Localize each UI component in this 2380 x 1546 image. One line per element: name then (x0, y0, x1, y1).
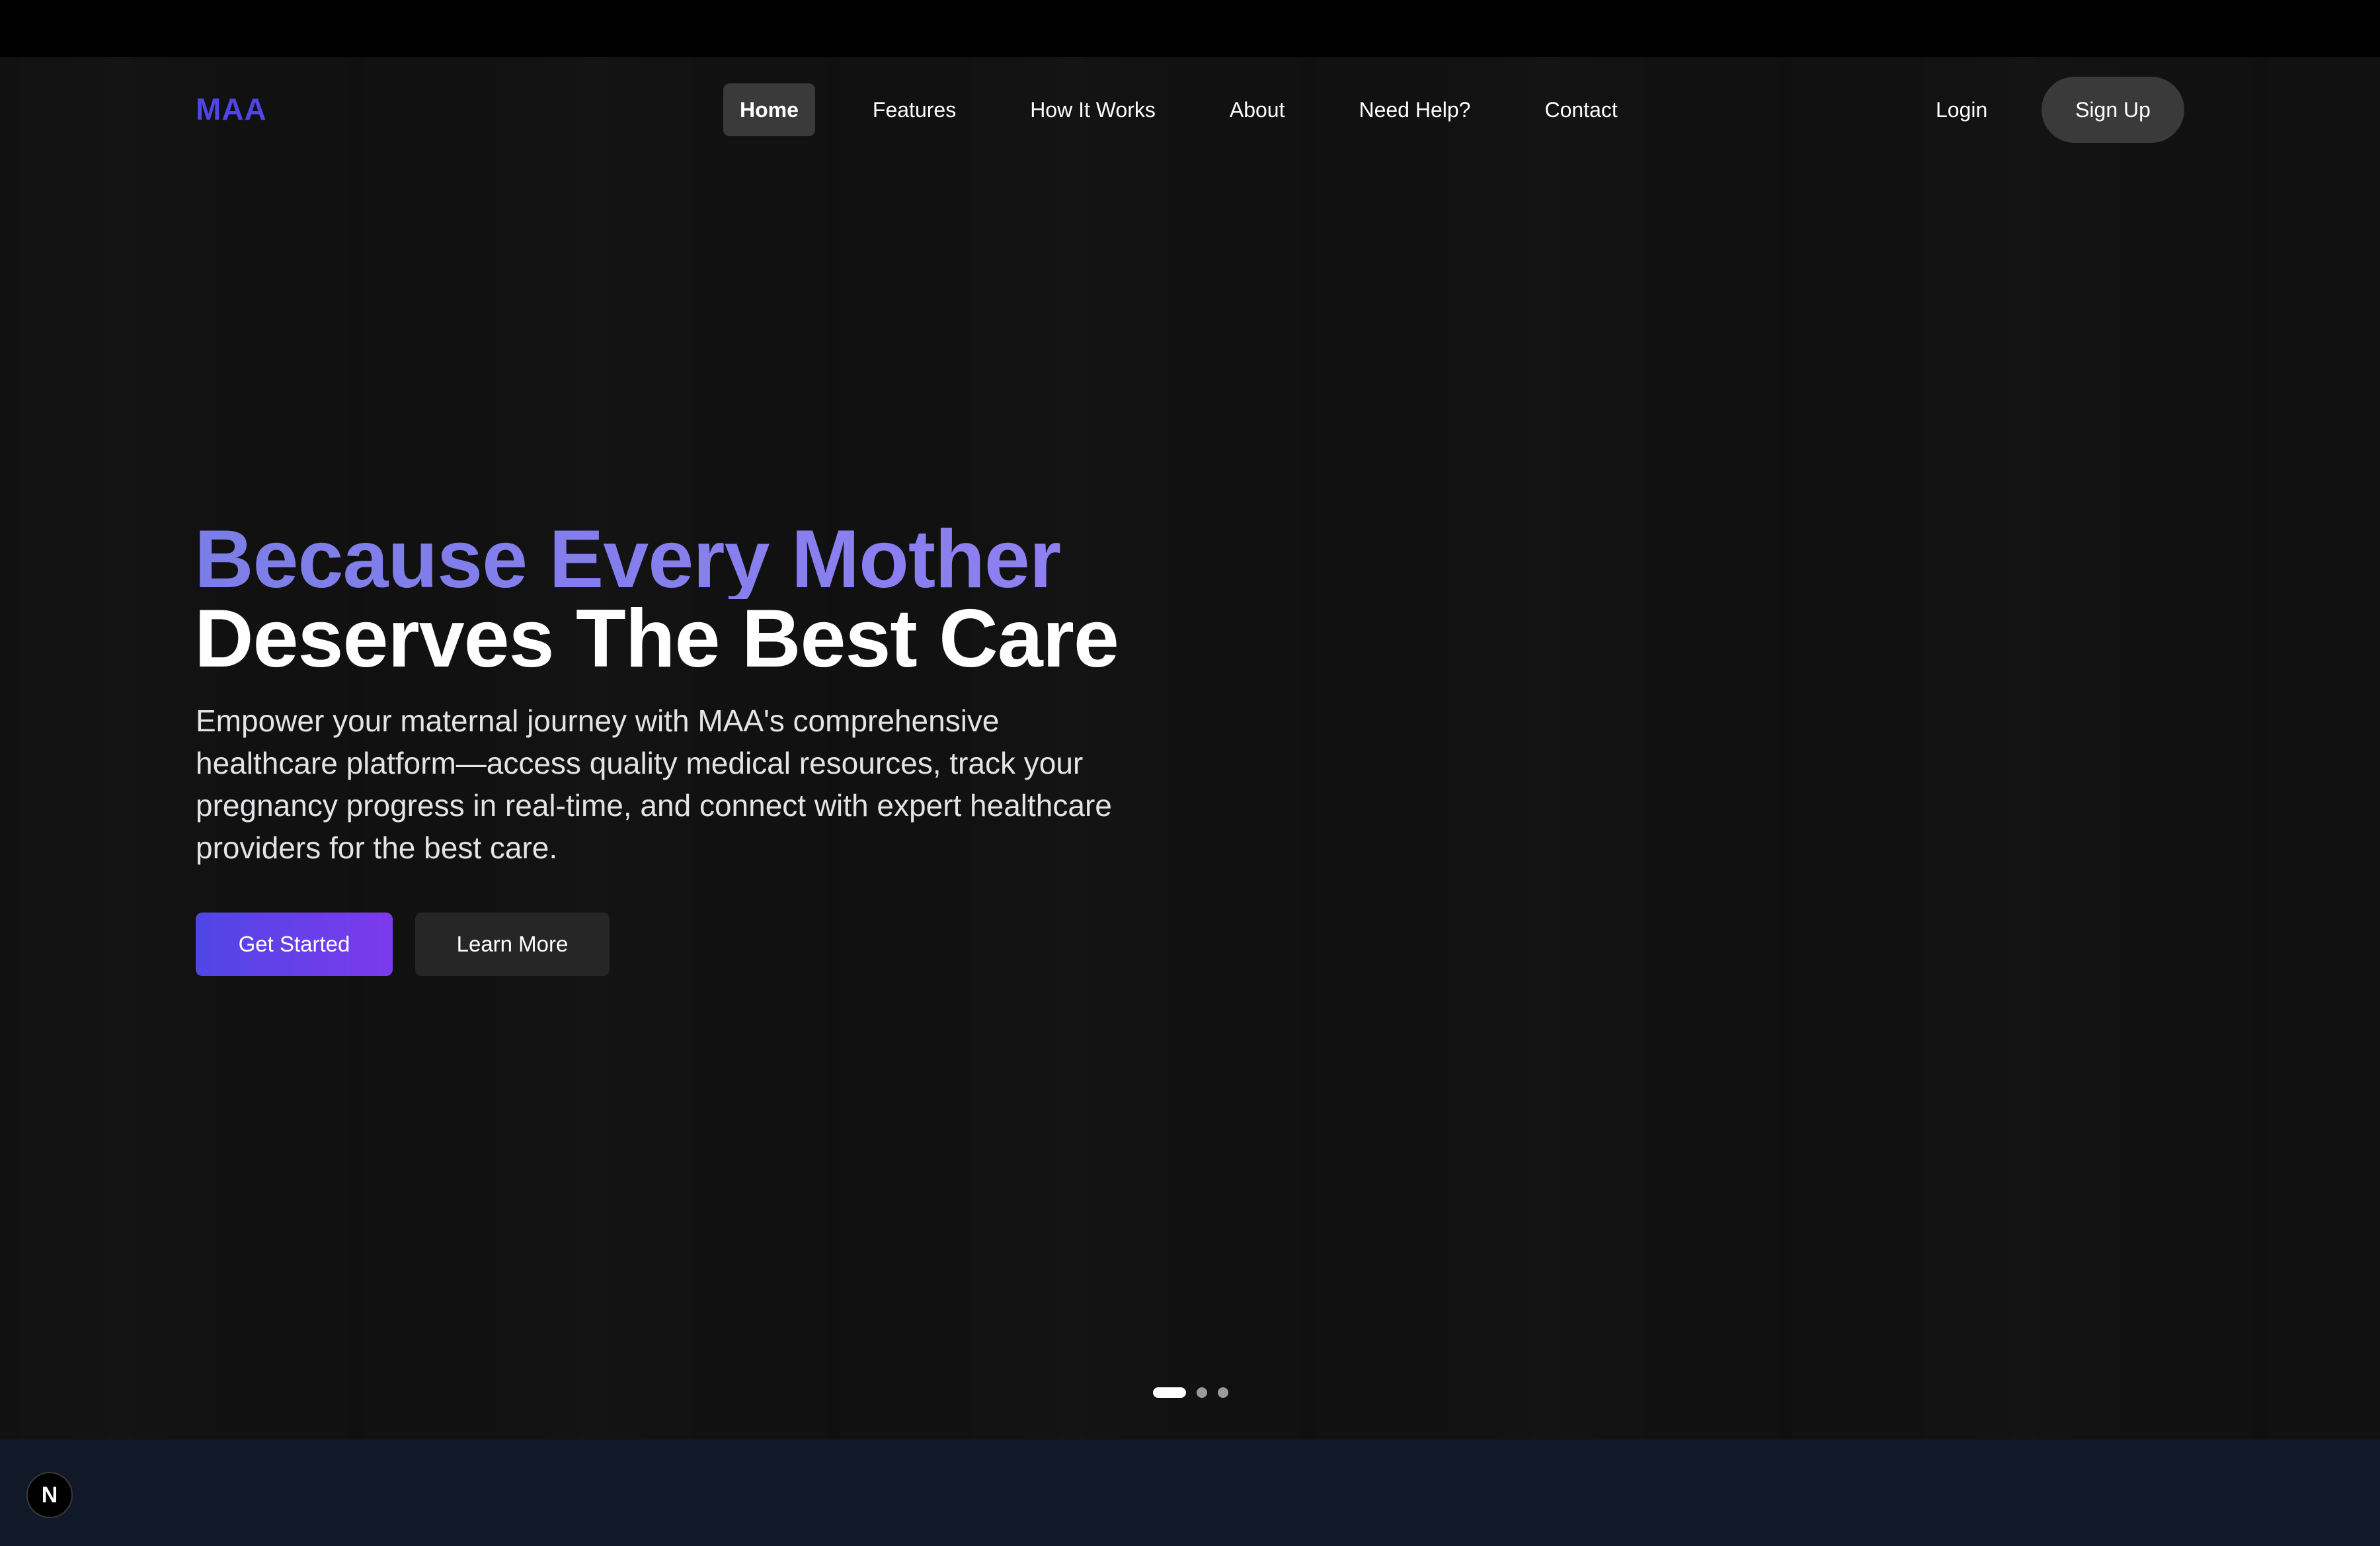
nav-link-home[interactable]: Home (723, 83, 815, 136)
browser-top-bar (0, 0, 2380, 57)
nav-links: Home Features How It Works About Need He… (723, 83, 1634, 136)
hero-section: MAA Home Features How It Works About Nee… (0, 57, 2380, 1440)
hero-headline-line2: Deserves The Best Care (194, 593, 1119, 684)
nav-link-need-help[interactable]: Need Help? (1342, 83, 1487, 136)
navbar: MAA Home Features How It Works About Nee… (0, 57, 2380, 163)
nav-link-contact[interactable]: Contact (1528, 83, 1634, 136)
nav-link-features[interactable]: Features (856, 83, 972, 136)
login-link[interactable]: Login (1936, 83, 1987, 136)
carousel-dot-3[interactable] (1218, 1387, 1228, 1398)
carousel-dot-2[interactable] (1197, 1387, 1207, 1398)
hero-description: Empower your maternal journey with MAA's… (196, 704, 1112, 865)
get-started-button[interactable]: Get Started (196, 913, 393, 976)
carousel-indicators (1153, 1387, 1228, 1398)
nav-link-how-it-works[interactable]: How It Works (1013, 83, 1172, 136)
hero-headline: Because Every Mother Deserves The Best C… (194, 518, 1450, 684)
carousel-dot-1[interactable] (1153, 1387, 1186, 1398)
nav-link-about[interactable]: About (1213, 83, 1302, 136)
next-section (0, 1440, 2380, 1546)
learn-more-button[interactable]: Learn More (415, 913, 610, 976)
hero-headline-line1: Because Every Mother (194, 518, 1450, 600)
signup-button[interactable]: Sign Up (2042, 77, 2184, 143)
logo[interactable]: MAA (196, 91, 267, 127)
page: MAA Home Features How It Works About Nee… (0, 0, 2380, 1546)
nextjs-icon[interactable]: N (26, 1472, 73, 1518)
